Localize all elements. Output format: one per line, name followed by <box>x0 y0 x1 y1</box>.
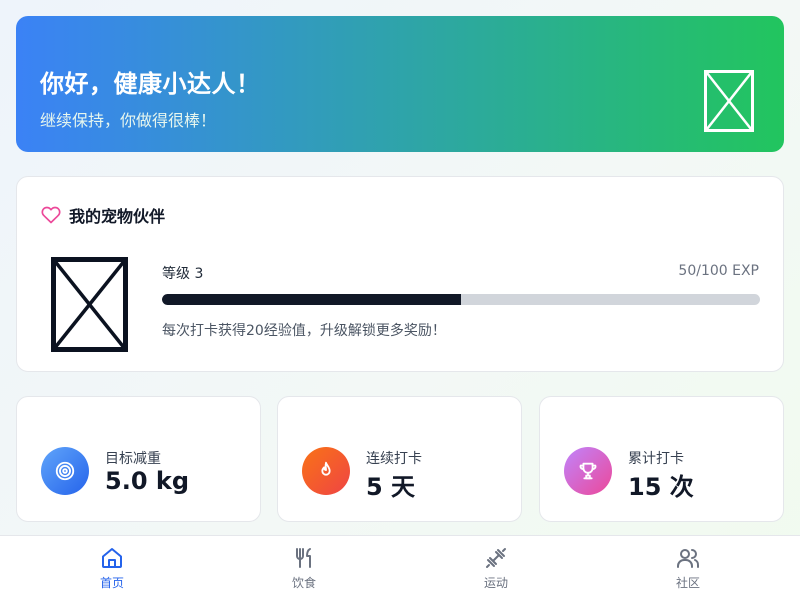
stat-label: 连续打卡 <box>366 451 422 467</box>
trophy-icon <box>564 447 612 495</box>
nav-label: 饮食 <box>291 576 316 590</box>
broken-image-icon <box>704 70 754 132</box>
pet-card-header: 我的宠物伙伴 <box>41 203 165 227</box>
nav-label: 社区 <box>675 576 700 590</box>
nav-item-home[interactable]: 首页 <box>72 546 152 596</box>
pet-level-label: 等级 3 <box>162 266 204 282</box>
pet-hint-text: 每次打卡获得20经验值，升级解锁更多奖励！ <box>162 323 446 339</box>
stat-value: 15 次 <box>628 473 694 501</box>
flame-icon <box>302 447 350 495</box>
nav-item-exercise[interactable]: 运动 <box>456 546 536 596</box>
bottom-nav: 首页 饮食 运动 社区 <box>0 535 800 600</box>
nav-label: 首页 <box>99 576 124 590</box>
pet-exp-text: 50/100 EXP <box>678 263 759 279</box>
pet-companion-card: 我的宠物伙伴 等级 3 50/100 EXP 每次打卡获得20经验值，升级解锁更… <box>16 176 784 372</box>
stat-value: 5.0 kg <box>105 467 190 495</box>
nav-item-diet[interactable]: 饮食 <box>264 546 344 596</box>
stat-label: 目标减重 <box>105 451 161 467</box>
pet-card-title: 我的宠物伙伴 <box>69 207 166 226</box>
nav-label: 运动 <box>483 576 508 590</box>
users-icon <box>677 549 699 568</box>
stat-card-total-checkins[interactable]: 累计打卡 15 次 <box>539 396 784 522</box>
dumbbell-icon <box>486 548 506 568</box>
stat-card-streak[interactable]: 连续打卡 5 天 <box>277 396 522 522</box>
home-icon <box>102 548 122 568</box>
welcome-banner: 你好，健康小达人！ 继续保持，你做得很棒！ <box>16 16 784 152</box>
exp-progress-fill <box>162 294 461 305</box>
greeting-subtitle: 继续保持，你做得很棒！ <box>40 111 217 130</box>
stat-label: 累计打卡 <box>628 451 684 467</box>
target-icon <box>41 447 89 495</box>
exp-progress-bar <box>162 294 760 305</box>
stat-value: 5 天 <box>366 473 416 501</box>
nav-item-community[interactable]: 社区 <box>648 546 728 596</box>
utensils-icon <box>296 548 311 568</box>
stat-card-weight-goal[interactable]: 目标减重 5.0 kg <box>16 396 261 522</box>
pet-image[interactable] <box>51 257 128 352</box>
heart-icon <box>41 206 61 224</box>
greeting-title: 你好，健康小达人！ <box>40 70 261 98</box>
